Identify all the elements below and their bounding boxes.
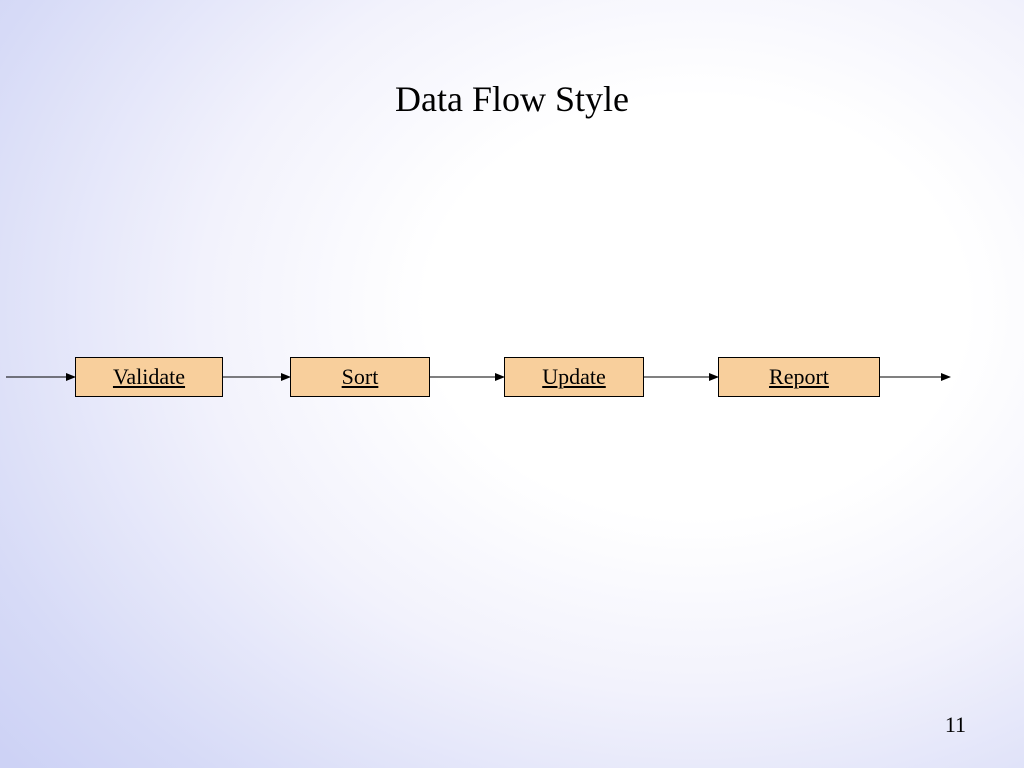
flow-box-sort: Sort [290, 357, 430, 397]
flow-diagram: Validate Sort Update Report [0, 357, 1024, 401]
flow-box-update: Update [504, 357, 644, 397]
page-number: 11 [945, 712, 966, 738]
flow-box-report: Report [718, 357, 880, 397]
slide: Data Flow Style Validate Sort Update Report… [0, 0, 1024, 768]
flow-box-validate: Validate [75, 357, 223, 397]
slide-title: Data Flow Style [0, 78, 1024, 120]
